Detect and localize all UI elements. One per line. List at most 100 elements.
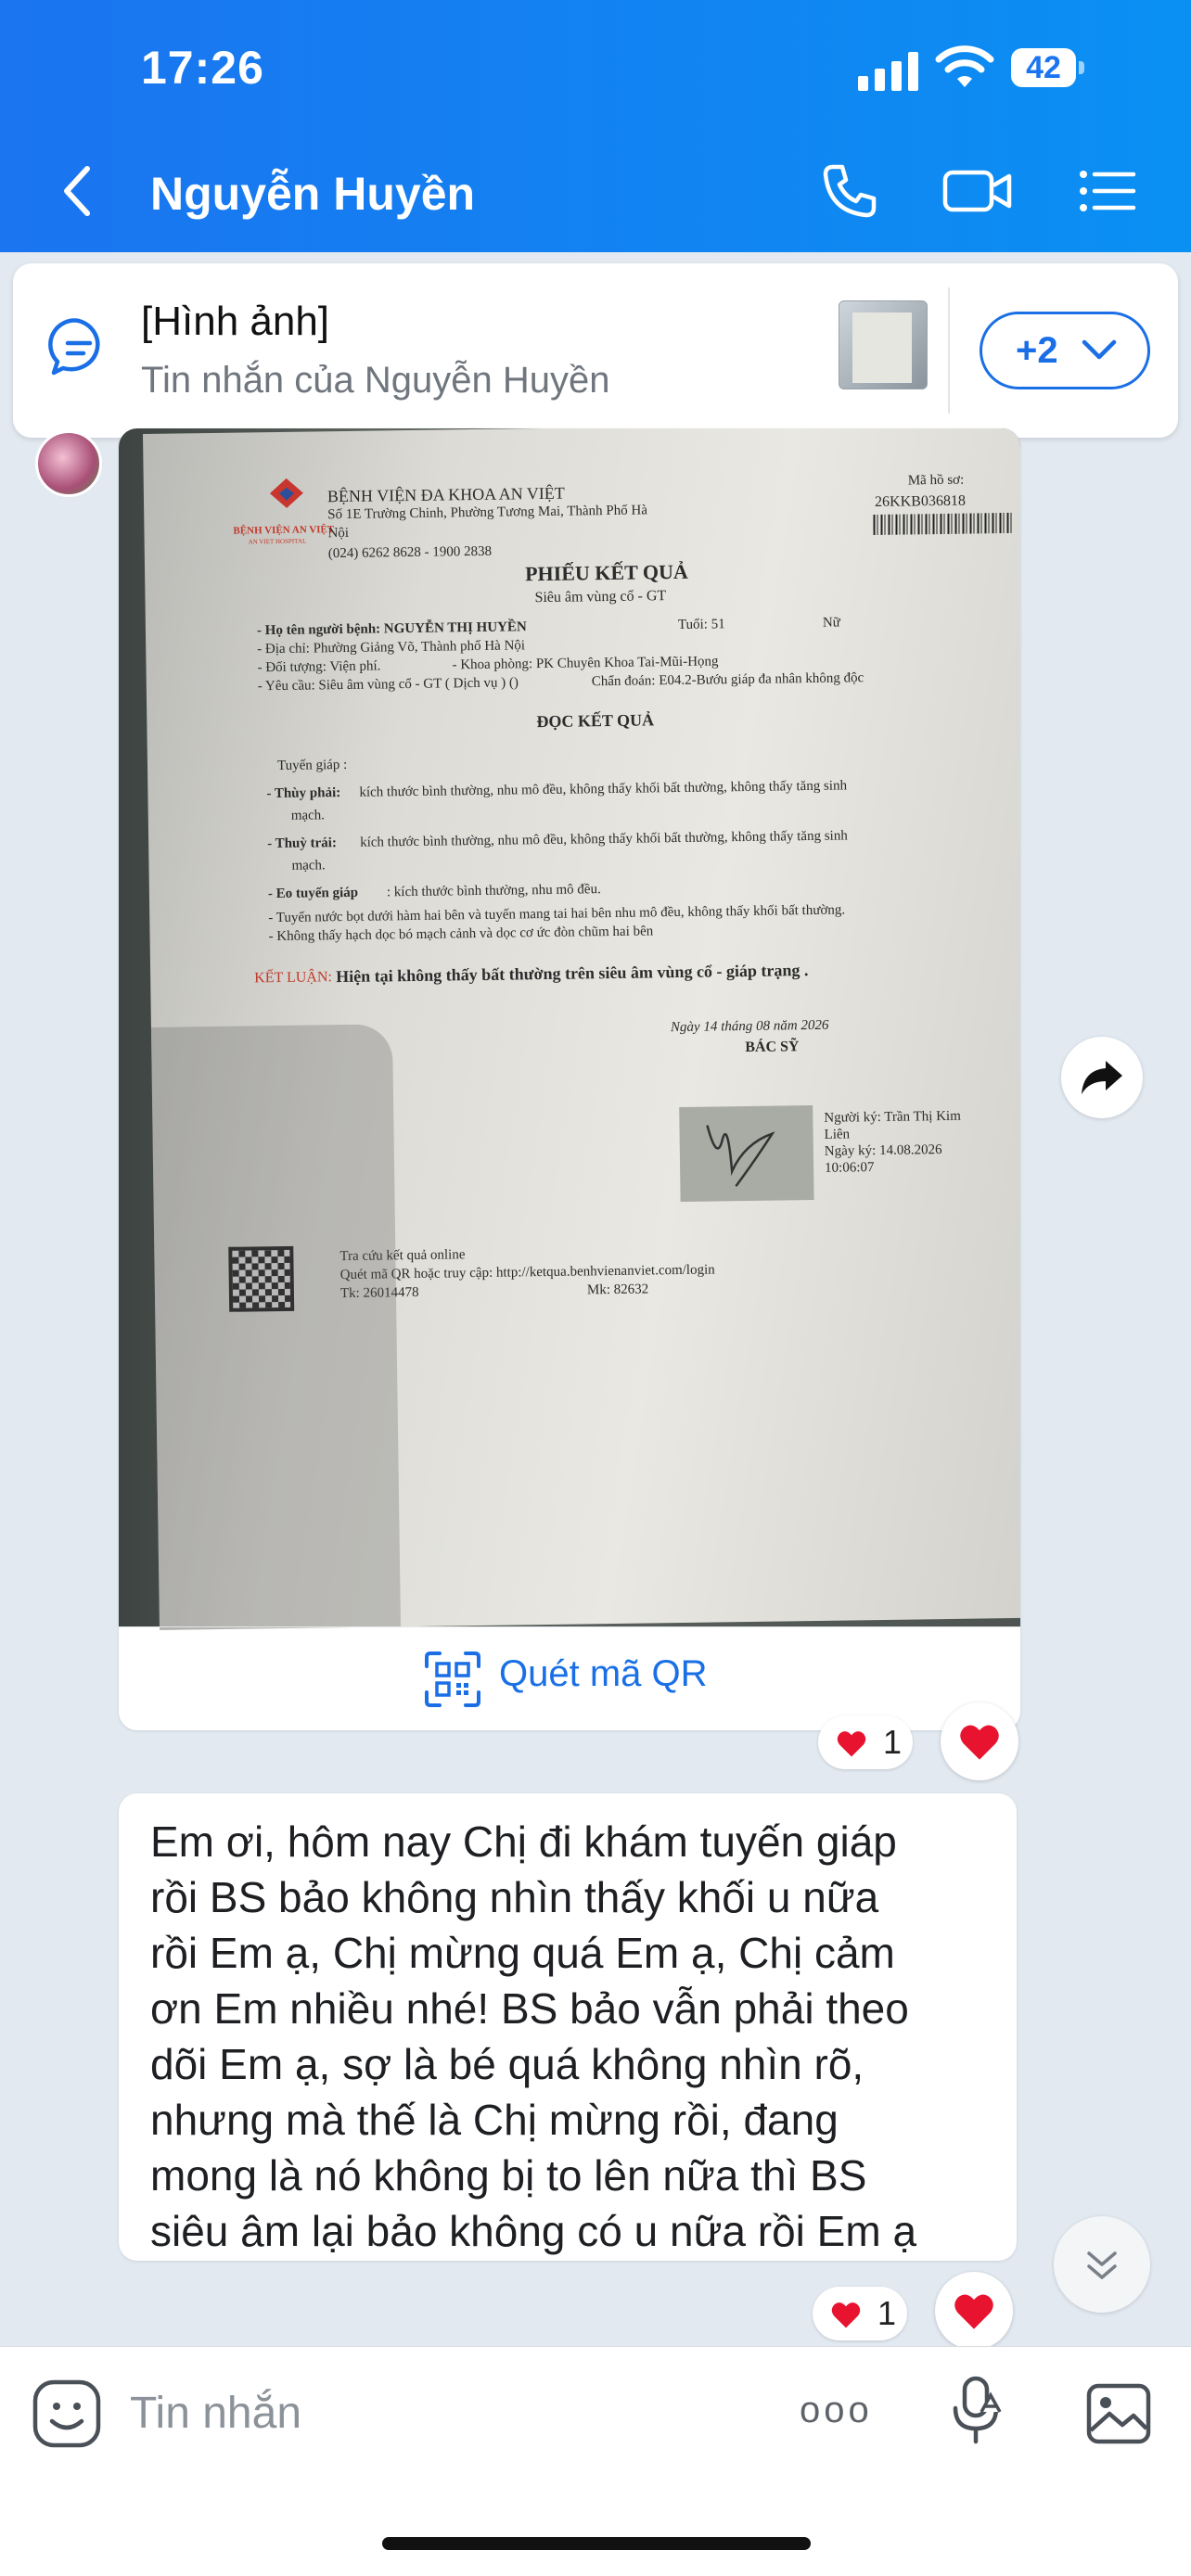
lookup-mk: Mk: 82632 [586,1282,649,1298]
pinned-more-button[interactable]: +2 [980,312,1150,389]
pinned-more-label: +2 [1016,330,1058,371]
isthmus-text: : kích thước bình thường, nhu mô đều. [386,882,601,900]
message-line: nhưng mà thế là Chị mừng rồi, đang [150,2096,839,2144]
sender-avatar[interactable] [35,430,102,497]
isthmus-label: - Eo tuyến giáp [267,885,359,902]
record-code: 26KKB036818 [874,492,966,510]
message-input[interactable]: Tin nhắn [130,2388,301,2439]
forward-arrow-icon [1082,1061,1122,1094]
message-line: Em ơi, hôm nay Chị đi khám tuyến giáp [150,1817,897,1866]
more-options-button[interactable]: ooo [800,2390,873,2431]
message-line: dõi Em ạ, sợ là bé quá không nhìn rõ, [150,2040,864,2088]
pinned-message-bar[interactable]: [Hình ảnh] Tin nhắn của Nguyễn Huyền +2 [13,263,1178,438]
message-line: rồi BS bảo không nhìn thấy khối u nữa [150,1873,879,1921]
logo-subtext: AN VIET HOSPITAL [248,537,307,546]
video-icon[interactable] [942,161,1013,221]
right-lobe-text: kích thước bình thường, nhu mô đều, khôn… [359,778,848,800]
sign-time: 10:06:07 [825,1160,875,1176]
patient-address: - Địa chỉ: Phường Giảng Võ, Thành phố Hà… [257,638,526,657]
left-lobe-text: kích thước bình thường, nhu mô đều, khôn… [360,828,848,850]
patient-object: - Đối tượng: Viện phí. [257,658,381,676]
image-message[interactable]: BỆNH VIỆN AN VIỆT AN VIET HOSPITAL BỆNH … [119,428,1020,1730]
document-photo[interactable]: BỆNH VIỆN AN VIỆT AN VIET HOSPITAL BỆNH … [119,428,1020,1630]
lookup-url: Quét mã QR hoặc truy cập: http://ketqua.… [339,1262,715,1283]
reaction-count-badge[interactable]: 1 [813,2287,907,2340]
left-lobe-label: - Thuỳ trái: [267,835,338,852]
chevron-left-icon[interactable] [56,163,100,219]
record-code-label: Mã hồ sơ: [907,472,965,489]
right-lobe-label: - Thùy phải: [266,785,341,802]
message-line: mong là nó không bị to lên nữa thì BS [150,2151,867,2200]
status-time: 17:26 [141,42,264,94]
scan-qr-label: Quét mã QR [499,1653,708,1694]
double-chevron-down-icon [1087,2251,1117,2279]
conclusion-text: Hiện tại không thấy bất thường trên siêu… [336,961,809,987]
hospital-name: BỆNH VIỆN ĐA KHOA AN VIỆT [327,483,565,506]
heart-icon [837,1731,866,1757]
right-lobe-text-2: mạch. [290,808,326,823]
patient-diagnosis: Chẩn đoán: E04.2-Bướu giáp đa nhân không… [591,670,864,690]
message-line: rồi Em ạ, Chị mừng quá Em ạ, Chị cảm [150,1929,895,1977]
list-menu-icon[interactable] [1078,161,1137,221]
message-line: ơn Em nhiều nhé! BS bảo vẫn phải theo [150,1984,909,2033]
phone-icon[interactable] [820,161,879,221]
heart-icon [954,2294,993,2329]
message-line: siêu âm lại bảo không có u nữa rồi Em ạ [150,2207,917,2255]
react-heart-button[interactable] [941,1702,1018,1780]
patient-sex: Nữ [822,615,840,631]
logo-text: BỆNH VIỆN AN VIỆT [233,524,335,537]
react-heart-button[interactable] [935,2272,1013,2350]
reaction-count: 1 [877,2294,897,2332]
chevron-down-icon [1082,339,1117,360]
barcode [873,512,1013,536]
left-lobe-text-2: mạch. [291,858,326,874]
gallery-icon[interactable] [1085,2382,1152,2445]
cellular-signal-icon [858,50,919,91]
thyroid-label: Tuyến giáp : [276,757,348,774]
sheet-subtitle: Siêu âm vùng cổ - GT [534,588,667,606]
wifi-icon [935,45,994,87]
pinned-subtitle: Tin nhắn của Nguyễn Huyền [141,360,610,401]
sticker-icon[interactable] [32,2378,102,2449]
home-indicator [382,2537,811,2550]
saliva-text: - Tuyến nước bọt dưới hàm hai bên và tuy… [268,902,846,926]
hospital-logo [269,478,303,508]
hospital-address-2: Nội [327,525,350,542]
patient-dept: - Khoa phòng: PK Chuyên Khoa Tai-Mũi-Họn… [452,654,719,673]
patient-name: - Họ tên người bệnh: NGUYỄN THỊ HUYỀN [256,619,527,639]
signature-image [679,1104,814,1202]
battery-indicator: 42 [1011,48,1076,87]
chat-title[interactable]: Nguyễn Huyền [150,167,475,221]
forward-button[interactable] [1061,1037,1143,1118]
patient-age: Tuổi: 51 [677,617,725,632]
read-result-title: ĐỌC KẾT QUẢ [536,710,655,732]
hospital-address: Số 1E Trường Chinh, Phường Tương Mai, Th… [327,503,648,523]
lymph-text: - Không thấy hạch dọc bó mạch cảnh và dọ… [268,924,654,945]
pinned-thumbnail[interactable] [839,300,928,389]
pinned-title: [Hình ảnh] [141,299,330,344]
reaction-count-badge[interactable]: 1 [818,1715,913,1769]
heart-icon [831,2302,861,2328]
reaction-count: 1 [883,1723,903,1761]
battery-tip [1079,61,1084,74]
result-date: Ngày 14 tháng 08 năm 2026 [670,1017,829,1036]
signer-name: Người ký: Trần Thị Kim [824,1108,961,1126]
scroll-to-bottom-button[interactable] [1054,2216,1150,2313]
patient-request: - Yêu cầu: Siêu âm vùng cổ - GT ( Dịch v… [257,675,519,695]
chat-bubble-icon [48,318,100,376]
sheet-title: PHIẾU KẾT QUẢ [524,559,688,586]
qr-scan-icon [425,1651,480,1707]
photo-shadow [150,1024,401,1630]
signer-name-2: Liên [824,1127,851,1142]
pinned-divider [948,287,950,414]
hospital-phone: (024) 6262 8628 - 1900 2838 [327,543,493,562]
message-text: Em ơi, hôm nay Chị đi khám tuyến giáp rồ… [150,1814,985,2259]
conclusion-label: KẾT LUẬN: [254,969,333,987]
doctor-label: BÁC SỸ [745,1039,800,1055]
voice-to-text-icon[interactable] [948,2375,1004,2445]
sign-date: Ngày ký: 14.08.2026 [824,1142,942,1159]
text-message[interactable]: Em ơi, hôm nay Chị đi khám tuyến giáp rồ… [119,1793,1017,2261]
result-sheet: BỆNH VIỆN AN VIỆT AN VIET HOSPITAL BỆNH … [143,428,1020,1630]
chat-header: 17:26 42 Nguyễn Huyền [0,0,1191,252]
heart-icon [960,1725,999,1760]
